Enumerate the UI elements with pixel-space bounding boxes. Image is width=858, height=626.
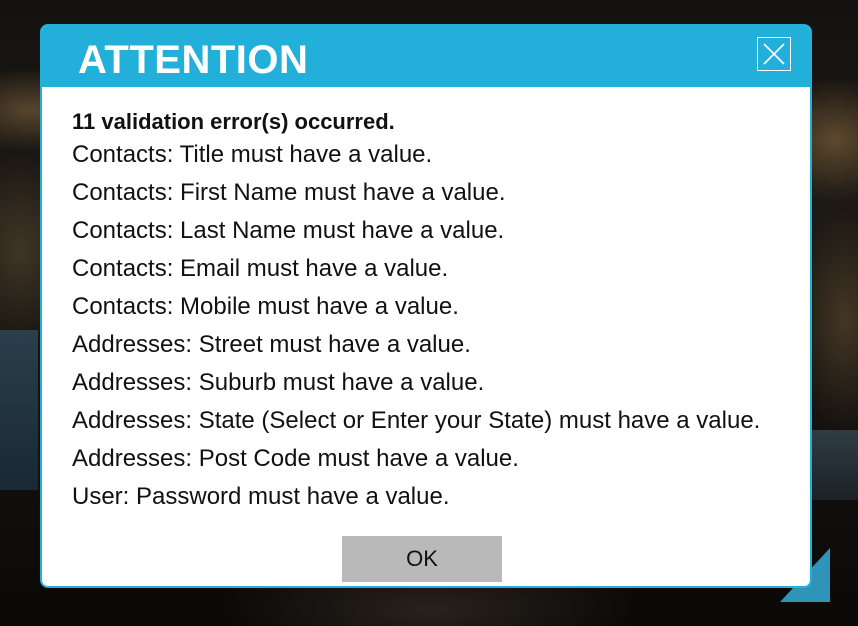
ok-button[interactable]: OK (342, 536, 502, 582)
error-message: Contacts: Title must have a value. (72, 141, 433, 168)
error-message: Addresses: Post Code must have a value. (72, 445, 519, 472)
background-shape (0, 330, 38, 490)
attention-dialog: ATTENTION 11 validation error(s) occurre… (40, 24, 812, 588)
error-message: Contacts: Email must have a value. (72, 255, 449, 282)
dialog-message-area[interactable]: 11 validation error(s) occurred. Contact… (72, 108, 772, 536)
error-summary: 11 validation error(s) occurred. (72, 109, 395, 134)
error-message: Addresses: Street must have a value. (72, 331, 471, 358)
background-shape (812, 430, 858, 500)
error-message: Contacts: Last Name must have a value. (72, 217, 505, 244)
dialog-title: ATTENTION (78, 38, 309, 82)
close-button[interactable] (757, 37, 791, 71)
error-message: Addresses: State (Select or Enter your S… (72, 407, 761, 434)
close-icon (763, 43, 785, 65)
error-message: Contacts: First Name must have a value. (72, 179, 506, 206)
error-message: User: Password must have a value. (72, 483, 450, 510)
dialog-header: ATTENTION (42, 26, 810, 87)
error-list: Contacts: Title must have a value. Conta… (72, 136, 772, 516)
error-message: Contacts: Mobile must have a value. (72, 293, 459, 320)
error-message: Addresses: Suburb must have a value. (72, 369, 485, 396)
